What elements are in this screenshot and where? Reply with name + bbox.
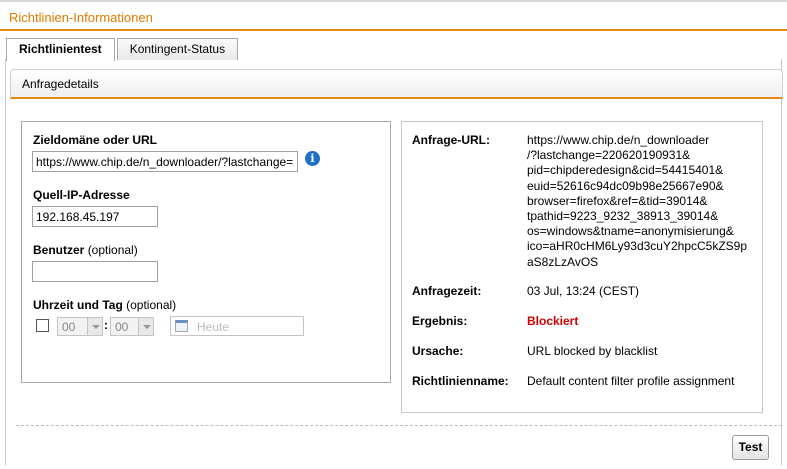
top-border <box>0 0 787 2</box>
minute-value: 00 <box>115 320 129 334</box>
date-placeholder: Heute <box>197 320 230 334</box>
date-picker-input[interactable]: Heute <box>170 316 304 336</box>
request-url-line: euid=52616c94dc09b98e25667e90& <box>527 178 724 193</box>
user-optional-hint: (optional) <box>87 243 138 257</box>
calendar-icon <box>175 320 188 332</box>
source-ip-input[interactable] <box>32 206 158 227</box>
request-time-label: Anfragezeit: <box>412 284 482 298</box>
test-button[interactable]: Test <box>732 435 769 460</box>
request-url-line: os=windows&tname=anonymisierung& <box>527 224 734 239</box>
time-enable-checkbox[interactable] <box>36 319 49 332</box>
policy-name-value: Default content filter profile assignmen… <box>527 374 735 388</box>
hour-value: 00 <box>62 320 76 334</box>
policy-name-label: Richtlinienname: <box>412 374 509 388</box>
user-input[interactable] <box>32 261 158 282</box>
section-title: Anfragedetails <box>22 77 99 91</box>
time-label: Uhrzeit und Tag (optional) <box>33 298 176 312</box>
request-url-line: ico=aHR0cHM6Ly93d3cuY2hpcC5kZS9p <box>527 239 748 254</box>
time-label-text: Uhrzeit und Tag <box>33 298 123 312</box>
cause-value: URL blocked by blacklist <box>527 344 658 358</box>
page-title: Richtlinien-Informationen <box>9 10 153 25</box>
outcome-label: Ergebnis: <box>412 314 468 328</box>
request-url-line: https://www.chip.de/n_downloader <box>527 133 710 147</box>
request-time-value: 03 Jul, 13:24 (CEST) <box>527 284 640 298</box>
tab-kontingent-status[interactable]: Kontingent-Status <box>116 38 239 60</box>
request-url-label: Anfrage-URL: <box>412 133 490 147</box>
hour-select[interactable]: 00 <box>57 317 103 336</box>
chevron-down-icon <box>138 318 153 335</box>
request-url-line: browser=firefox&ref=&tid=39014& <box>527 193 708 208</box>
tab-bar: Richtlinientest Kontingent-Status <box>6 38 240 61</box>
request-url-line: /?lastchange=220620190931& <box>527 148 691 163</box>
time-optional-hint: (optional) <box>126 298 177 312</box>
tab-richtlinientest[interactable]: Richtlinientest <box>6 38 115 61</box>
target-label: Zieldomäne oder URL <box>33 133 158 147</box>
info-icon[interactable]: i <box>305 151 320 166</box>
time-separator: : <box>104 318 108 332</box>
target-url-input[interactable] <box>32 151 298 172</box>
request-url-line: pid=chipderedesign&cid=54415401& <box>527 163 724 178</box>
minute-select[interactable]: 00 <box>110 317 154 336</box>
request-url-line: aS8zLzAvOS <box>527 254 599 269</box>
user-label-text: Benutzer <box>33 243 85 257</box>
source-ip-label: Quell-IP-Adresse <box>33 188 130 202</box>
section-header: Anfragedetails <box>10 69 783 99</box>
user-label: Benutzer (optional) <box>33 243 138 257</box>
request-url-value: https://www.chip.de/n_downloader/?lastch… <box>527 133 757 270</box>
request-url-line: tpathid=9223_9232_38913_39014& <box>527 209 719 224</box>
footer-divider <box>16 425 782 426</box>
outcome-value: Blockiert <box>527 314 579 328</box>
title-divider <box>0 29 787 31</box>
cause-label: Ursache: <box>412 344 464 358</box>
chevron-down-icon <box>87 318 102 335</box>
